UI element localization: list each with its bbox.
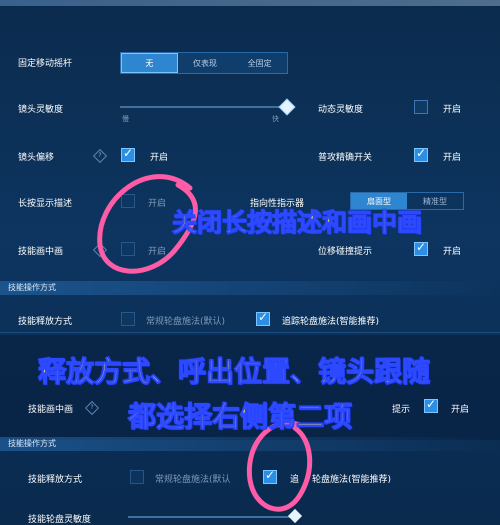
caption-2: 释放方式、呼出位置、镜头跟随 bbox=[37, 355, 431, 389]
annotation-circle-2 bbox=[246, 420, 313, 512]
caption-3: 都选择右侧第二项 bbox=[127, 400, 353, 434]
caption-1: 关闭长按描述和画中画 bbox=[171, 208, 423, 238]
annotation-circles bbox=[97, 174, 313, 512]
